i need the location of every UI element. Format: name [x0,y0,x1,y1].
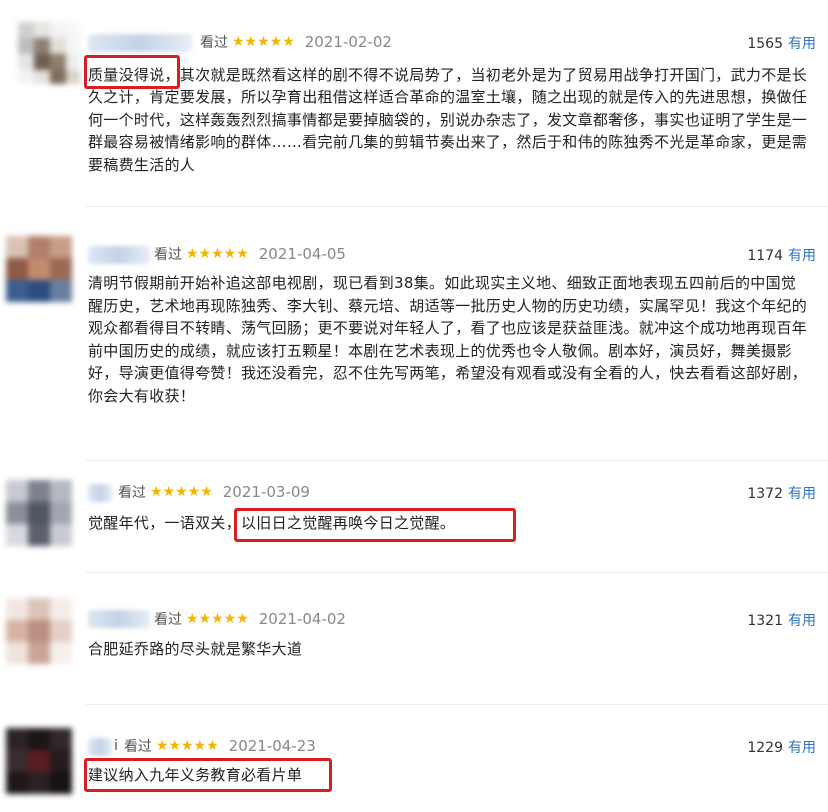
useful-button[interactable]: 有用 [788,740,816,756]
star-rating-icon: ★★★★★ [186,246,249,262]
vote-area: 1372 有用 [747,483,816,503]
star-rating-icon: ★★★★★ [155,738,219,754]
username-blurred[interactable] [88,34,192,52]
review-item: 看过 ★★★★★ 2021-04-05 1174 有用 清明节假期前开始补追这部电… [0,212,828,457]
useful-button[interactable]: 有用 [788,36,816,52]
highlight-box [84,758,332,792]
review-text: 质量没得说，其次就是既然看这样的剧不得不说局势了，当初老外是为了贸易用战争打开国… [88,64,807,176]
seen-label: 看过 [154,612,182,628]
divider [86,572,828,573]
divider [86,206,828,207]
vote-area: 1174 有用 [747,245,816,265]
username-blurred[interactable] [88,738,112,756]
vote-count: 1372 [747,486,783,502]
review-date: 2021-03-09 [222,483,310,501]
vote-area: 1565 有用 [747,33,816,53]
useful-button[interactable]: 有用 [788,486,816,502]
review-meta: 看过 ★★★★★ 2021-02-02 [200,32,392,52]
vote-count: 1229 [747,740,783,756]
avatar[interactable] [6,598,72,664]
review-meta: 看过 ★★★★★ 2021-04-02 [154,609,346,629]
highlight-box [84,55,180,89]
vote-count: 1565 [747,36,783,52]
review-text-line: 好，导演更值得夸赞！我还没看完，忍不住先写两笔，希望没有观看或没有全看的人，快去… [88,364,808,383]
useful-button[interactable]: 有用 [788,613,816,629]
seen-label: 看过 [200,35,228,51]
username-tail[interactable]: i [114,738,118,754]
seen-label: 看过 [123,739,152,755]
username-blurred[interactable] [88,610,150,628]
review-meta: i 看过 ★★★★★ 2021-04-23 [114,736,316,756]
review-date: 2021-02-02 [304,33,392,51]
review-item: 看过 ★★★★★ 2021-04-02 1321 有用 合肥延乔路的尽头就是繁华大… [0,576,828,696]
vote-count: 1174 [747,248,783,264]
review-item: i 看过 ★★★★★ 2021-04-23 1229 有用 建议纳入九年义务教育必… [0,708,828,812]
review-text-line: 质量没得说，其次就是既然看这样的剧不得不说局势了，当初老外是为了贸易用战争打开国… [88,66,808,84]
review-text-line: 观众都看得目不转睛、荡气回肠；更不要说对年轻人了，看了也应该是获益匪浅。就冲这个… [88,319,808,338]
review-text-line: 何一个时代，这样轰轰烈烈搞事情都是要掉脑袋的，别说办杂志了，发文章都奢侈，事实也… [88,110,808,129]
star-rating-icon: ★★★★★ [232,34,295,50]
divider [86,704,828,705]
divider [86,460,828,461]
highlight-box [234,508,516,542]
review-text-line: 清明节假期前开始补追这部电视剧，现已看到38集。如此现实主义地、细致正面地表现五… [88,274,797,292]
username-blurred[interactable] [88,246,150,264]
review-date: 2021-04-05 [258,245,346,263]
review-text-line: 要稿费生活的人 [88,155,196,174]
vote-area: 1321 有用 [747,610,816,630]
review-item: 看过 ★★★★★ 2021-02-02 1565 有用 质量没得说，其次就是既然看… [0,0,828,200]
avatar[interactable] [18,22,80,84]
review-text: 清明节假期前开始补追这部电视剧，现已看到38集。如此现实主义地、细致正面地表现五… [88,272,807,408]
username-blurred[interactable] [88,484,112,502]
vote-count: 1321 [747,613,783,629]
review-text-line: 你会大有收获！ [88,386,196,405]
review-text-line: 醒历史，艺术地再现陈独秀、李大钊、蔡元培、胡适等一批历史人物的历史功绩，实属罕见… [88,296,808,315]
review-text: 合肥延乔路的尽头就是繁华大道 [88,638,302,660]
vote-area: 1229 有用 [747,737,816,757]
review-meta: 看过 ★★★★★ 2021-03-09 [118,482,310,502]
review-text-line: 久之计，肯定要发展，所以孕育出租借这样适合革命的温室土壤，随之出现的就是传入的先… [88,88,808,107]
star-rating-icon: ★★★★★ [186,611,249,627]
review-item: 看过 ★★★★★ 2021-03-09 1372 有用 觉醒年代，一语双关，以旧日… [0,462,828,567]
avatar[interactable] [6,480,72,546]
review-text-line: 合肥延乔路的尽头就是繁华大道 [88,640,303,658]
review-meta: 看过 ★★★★★ 2021-04-05 [154,244,346,264]
seen-label: 看过 [154,247,182,263]
review-date: 2021-04-23 [228,737,316,755]
useful-button[interactable]: 有用 [788,248,816,264]
avatar[interactable] [6,728,72,794]
star-rating-icon: ★★★★★ [150,484,213,500]
avatar[interactable] [6,236,72,302]
review-text-line: 前中国历史的成绩，就应该打五颗星！本剧在艺术表现上的优秀也令人敬佩。剧本好，演员… [88,341,792,360]
review-text-line: 群最容易被情绪影响的群体……看完前几集的剪辑节奏出来了，然后于和伟的陈独秀不光是… [88,133,808,152]
seen-label: 看过 [118,485,146,501]
review-date: 2021-04-02 [258,610,346,628]
